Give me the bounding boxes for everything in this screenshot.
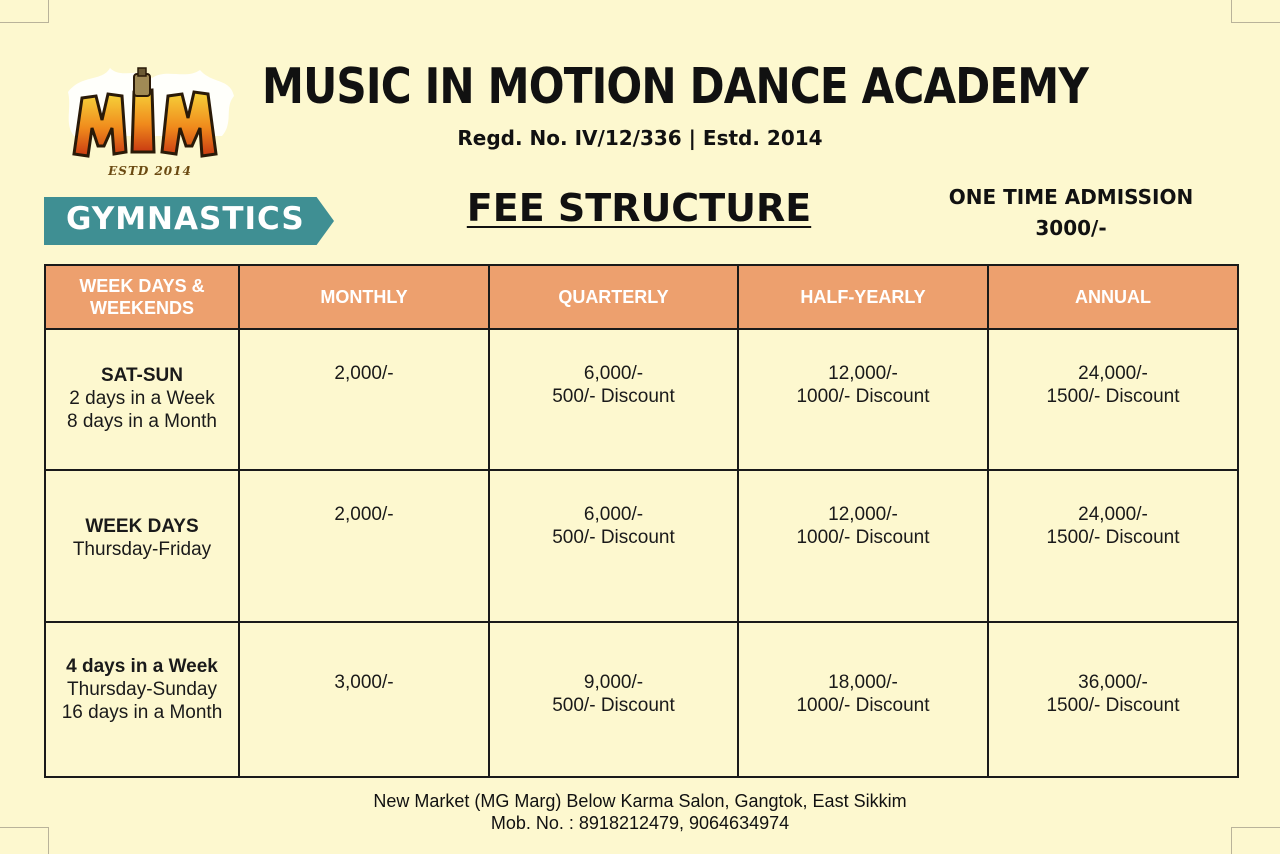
price: 12,000/- <box>828 363 898 384</box>
fee-structure-title: FEE STRUCTURE <box>466 186 812 230</box>
annual-cell: 36,000/- 1500/- Discount <box>987 621 1239 778</box>
discount: 1500/- Discount <box>1046 386 1180 407</box>
plan-detail: 2 days in a Week <box>69 388 215 409</box>
footer-address: New Market (MG Marg) Below Karma Salon, … <box>373 791 907 811</box>
price: 24,000/- <box>1078 363 1148 384</box>
quarterly-cell: 6,000/- 500/- Discount <box>488 469 739 623</box>
admission-info: ONE TIME ADMISSION 3000/- <box>930 182 1212 244</box>
plan-detail: 16 days in a Month <box>61 702 223 723</box>
price: 18,000/- <box>828 672 898 693</box>
quarterly-cell: 9,000/- 500/- Discount <box>488 621 739 778</box>
half-yearly-cell: 12,000/- 1000/- Discount <box>737 469 989 623</box>
table-row: WEEK DAYS Thursday-Friday 2,000/- 6,000/… <box>44 469 1239 623</box>
header-quarterly: QUARTERLY <box>488 264 739 330</box>
monthly-cell: 2,000/- <box>238 328 490 471</box>
logo-estd-text: ESTD 2014 <box>108 164 192 178</box>
table-header-row: WEEK DAYS & WEEKENDS MONTHLY QUARTERLY H… <box>44 264 1239 330</box>
annual-cell: 24,000/- 1500/- Discount <box>987 469 1239 623</box>
footer-phone: Mob. No. : 8918212479, 9064634974 <box>490 813 790 833</box>
header-plan: WEEK DAYS & WEEKENDS <box>44 264 240 330</box>
admission-label: ONE TIME ADMISSION <box>948 185 1194 209</box>
header-monthly: MONTHLY <box>238 264 490 330</box>
header-annual: ANNUAL <box>987 264 1239 330</box>
discount: 1000/- Discount <box>796 527 930 548</box>
price: 3,000/- <box>334 672 394 693</box>
price: 12,000/- <box>828 504 898 525</box>
category-tag-label: GYMNASTICS <box>66 201 305 237</box>
price: 6,000/- <box>583 363 644 384</box>
monthly-cell: 2,000/- <box>238 469 490 623</box>
corner-mark <box>1231 0 1280 23</box>
discount: 1000/- Discount <box>796 386 930 407</box>
annual-cell: 24,000/- 1500/- Discount <box>987 328 1239 471</box>
corner-mark <box>0 827 49 854</box>
discount: 1500/- Discount <box>1046 695 1180 716</box>
header-half-yearly: HALF-YEARLY <box>737 264 989 330</box>
plan-name: SAT-SUN <box>101 365 183 386</box>
half-yearly-cell: 18,000/- 1000/- Discount <box>737 621 989 778</box>
footer-contact: New Market (MG Marg) Below Karma Salon, … <box>240 790 1040 834</box>
plan-detail: Thursday-Sunday <box>67 679 217 700</box>
price: 6,000/- <box>583 504 644 525</box>
corner-mark <box>0 0 49 23</box>
price: 36,000/- <box>1078 672 1148 693</box>
corner-mark <box>1231 827 1280 854</box>
plan-cell: SAT-SUN 2 days in a Week 8 days in a Mon… <box>44 328 240 471</box>
discount: 500/- Discount <box>552 695 675 716</box>
price: 24,000/- <box>1078 504 1148 525</box>
table-row: SAT-SUN 2 days in a Week 8 days in a Mon… <box>44 328 1239 471</box>
half-yearly-cell: 12,000/- 1000/- Discount <box>737 328 989 471</box>
monthly-cell: 3,000/- <box>238 621 490 778</box>
discount: 1500/- Discount <box>1046 527 1180 548</box>
quarterly-cell: 6,000/- 500/- Discount <box>488 328 739 471</box>
plan-cell: WEEK DAYS Thursday-Friday <box>44 469 240 623</box>
plan-detail: Thursday-Friday <box>72 539 212 560</box>
admission-amount: 3000/- <box>1035 216 1107 240</box>
price: 9,000/- <box>583 672 644 693</box>
plan-name: WEEK DAYS <box>85 516 199 537</box>
discount: 500/- Discount <box>552 386 675 407</box>
price: 2,000/- <box>334 363 394 384</box>
plan-name: 4 days in a Week <box>66 656 218 677</box>
table-row: 4 days in a Week Thursday-Sunday 16 days… <box>44 621 1239 778</box>
price: 2,000/- <box>334 504 394 525</box>
plan-detail: 8 days in a Month <box>67 411 217 432</box>
discount: 1000/- Discount <box>796 695 930 716</box>
academy-title: MUSIC IN MOTION DANCE ACADEMY <box>262 58 1089 115</box>
fee-table: WEEK DAYS & WEEKENDS MONTHLY QUARTERLY H… <box>44 264 1239 778</box>
registration-text: Regd. No. IV/12/336 | Estd. 2014 <box>457 126 823 150</box>
plan-cell: 4 days in a Week Thursday-Sunday 16 days… <box>44 621 240 778</box>
discount: 500/- Discount <box>552 527 675 548</box>
